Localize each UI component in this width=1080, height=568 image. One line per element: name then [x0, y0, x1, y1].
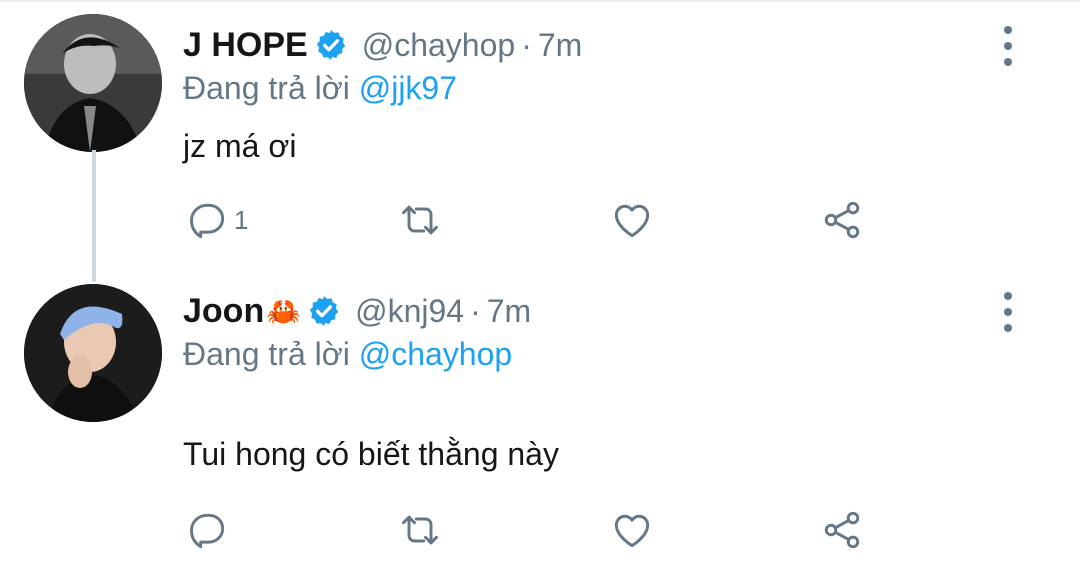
avatar-photo-blue-hair	[24, 284, 162, 422]
like-icon	[614, 514, 650, 548]
share-icon	[824, 511, 860, 549]
reply-icon	[190, 513, 225, 549]
retweet-icon	[402, 515, 438, 545]
tweet-text: Tui hong có biết thằng này	[183, 436, 559, 472]
reply-count: 1	[234, 204, 249, 235]
tweet-1[interactable]: J HOPE @chayhop · 7m Đang trả lời @jjk97…	[0, 0, 1080, 290]
share-button[interactable]	[820, 198, 864, 242]
verified-badge-icon	[316, 30, 345, 60]
share-icon	[824, 201, 860, 239]
crab-emoji: 🦀	[266, 295, 302, 327]
replying-to: Đang trả lời @chayhop	[183, 336, 512, 373]
replying-prefix: Đang trả lời	[183, 336, 350, 372]
avatar[interactable]	[24, 14, 162, 152]
tweet-2[interactable]: Joon 🦀 @knj94 · 7m Đang trả lời @chayhop…	[0, 282, 1080, 568]
replying-mention-link[interactable]: @chayhop	[359, 336, 512, 372]
reply-icon	[190, 203, 225, 239]
reply-button[interactable]: 1	[186, 198, 248, 242]
verified-badge-icon	[309, 296, 339, 326]
retweet-button[interactable]	[398, 198, 442, 242]
separator-dot: ·	[470, 292, 481, 329]
avatar-photo-grayscale	[24, 14, 162, 152]
timestamp[interactable]: 7m	[538, 27, 582, 64]
thread-line	[92, 150, 96, 282]
user-handle[interactable]: @knj94	[355, 293, 464, 330]
share-button[interactable]	[820, 508, 864, 552]
tweet-text: jz má ơi	[183, 128, 297, 164]
like-button[interactable]	[610, 198, 654, 242]
replying-to: Đang trả lời @jjk97	[183, 70, 457, 107]
retweet-button[interactable]	[398, 508, 442, 552]
display-name[interactable]: Joon	[183, 292, 264, 331]
more-options-icon[interactable]	[996, 26, 1020, 66]
more-options-icon[interactable]	[996, 292, 1020, 332]
tweet-header: Joon 🦀 @knj94 · 7m	[183, 290, 531, 332]
tweet-header: J HOPE @chayhop · 7m	[183, 24, 582, 66]
replying-mention-link[interactable]: @jjk97	[359, 70, 457, 106]
timestamp[interactable]: 7m	[487, 293, 531, 330]
reply-button[interactable]	[186, 508, 234, 552]
display-name[interactable]: J HOPE	[183, 26, 308, 65]
like-icon	[614, 204, 650, 238]
avatar[interactable]	[24, 284, 162, 422]
replying-prefix: Đang trả lời	[183, 70, 350, 106]
separator-dot: ·	[521, 26, 532, 63]
like-button[interactable]	[610, 508, 654, 552]
user-handle[interactable]: @chayhop	[362, 27, 515, 64]
retweet-icon	[402, 205, 438, 235]
